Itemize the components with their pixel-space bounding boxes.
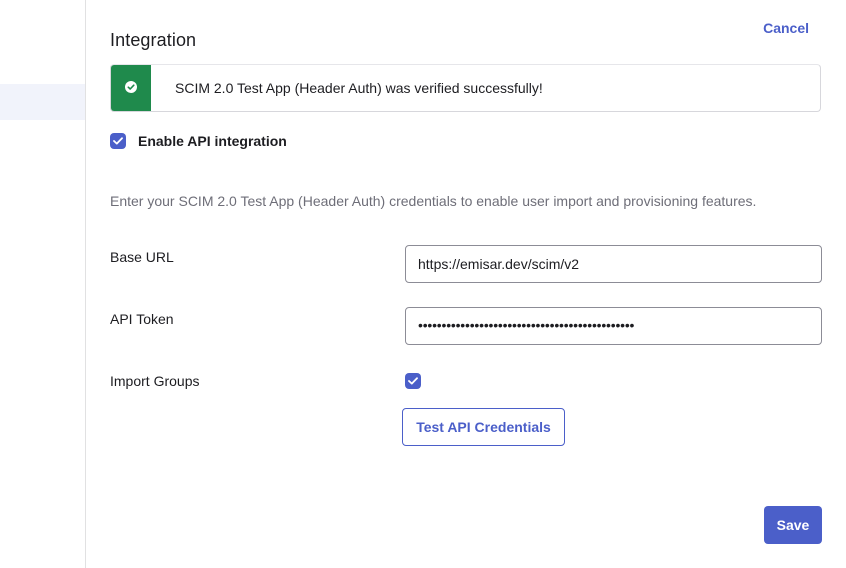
integration-settings-page: Integration Cancel SCIM 2.0 Test App (He… [0, 0, 846, 568]
cancel-link[interactable]: Cancel [763, 20, 809, 36]
enable-api-label[interactable]: Enable API integration [138, 133, 287, 149]
banner-status-stripe [111, 65, 151, 111]
enable-api-checkbox[interactable] [110, 133, 126, 149]
save-button[interactable]: Save [764, 506, 822, 544]
api-token-input[interactable] [405, 307, 822, 345]
success-banner: SCIM 2.0 Test App (Header Auth) was veri… [110, 64, 821, 112]
sidebar-item-active[interactable] [0, 84, 85, 120]
base-url-input[interactable] [405, 245, 822, 283]
check-icon [113, 137, 123, 145]
check-icon [408, 377, 418, 385]
base-url-label: Base URL [110, 249, 174, 265]
section-title: Integration [110, 30, 197, 50]
sidebar [0, 0, 86, 568]
api-token-label: API Token [110, 311, 174, 327]
import-groups-label: Import Groups [110, 373, 200, 389]
import-groups-checkbox[interactable] [405, 373, 421, 389]
banner-message: SCIM 2.0 Test App (Header Auth) was veri… [175, 80, 543, 96]
test-api-credentials-button[interactable]: Test API Credentials [402, 408, 565, 446]
credentials-description: Enter your SCIM 2.0 Test App (Header Aut… [110, 193, 757, 209]
check-circle-icon [125, 81, 137, 93]
